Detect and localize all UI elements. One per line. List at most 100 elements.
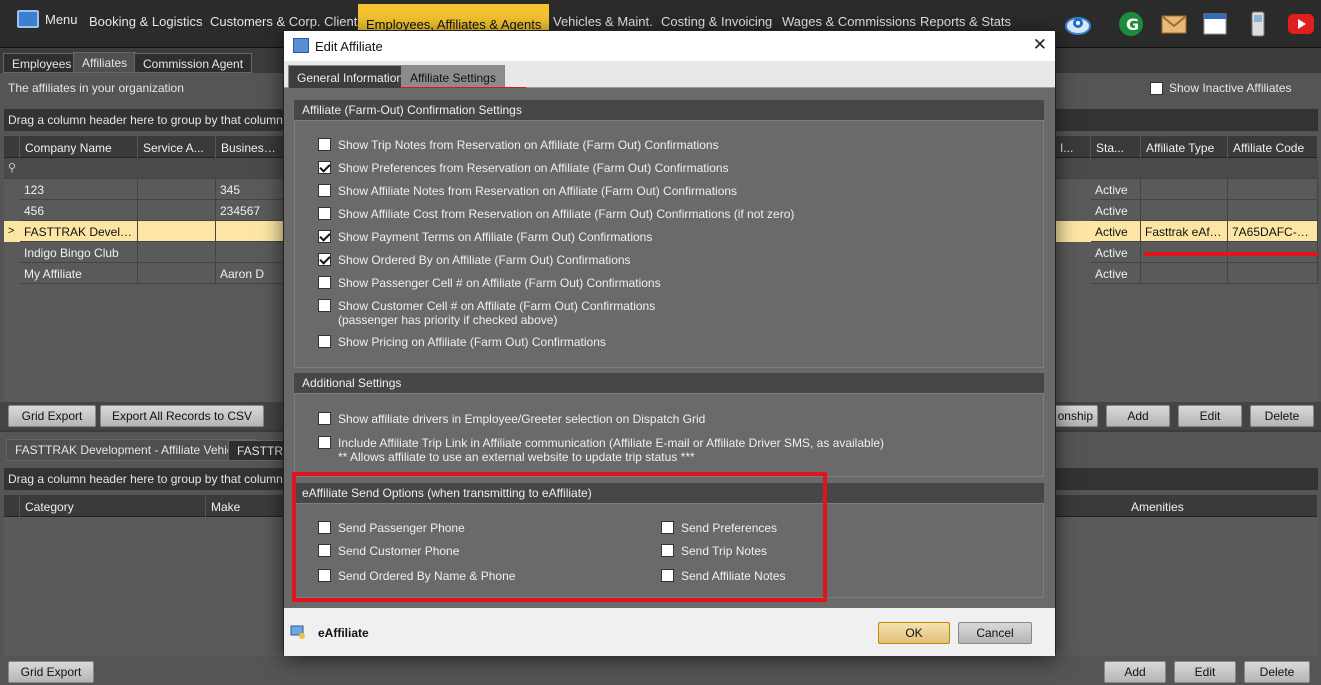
nav-customers[interactable]: Customers & Corp. Clients [210, 14, 364, 29]
cell-type: Fasttrak eAffil... [1141, 221, 1228, 242]
opt-show-payment-terms[interactable]: Show Payment Terms on Affiliate (Farm Ou… [318, 230, 652, 244]
tab-employees[interactable]: Employees [3, 53, 81, 73]
checkbox[interactable] [318, 335, 331, 348]
col-category[interactable]: Category [20, 495, 206, 517]
col-service-area[interactable]: Service A... [138, 136, 216, 158]
opt-label: Show Ordered By on Affiliate (Farm Out) … [338, 253, 631, 267]
cancel-button[interactable]: Cancel [958, 622, 1032, 644]
youtube-icon[interactable] [1287, 10, 1315, 38]
edit-button[interactable]: Edit [1178, 405, 1242, 427]
delete-button[interactable]: Delete [1250, 405, 1314, 427]
vehicles-add-button[interactable]: Add [1104, 661, 1166, 683]
nav-vehicles[interactable]: Vehicles & Maint. [553, 14, 653, 29]
tab-affiliates[interactable]: Affiliates [73, 52, 137, 73]
opt-label: Show Affiliate Cost from Reservation on … [338, 207, 795, 221]
cell-owner [216, 242, 286, 263]
cell-status: Active [1091, 179, 1141, 200]
cell-company: My Affiliate [20, 263, 138, 284]
opt-sublabel: (passenger has priority if checked above… [338, 313, 558, 327]
checkbox-checked[interactable] [318, 230, 331, 243]
opt-show-ordered-by[interactable]: Show Ordered By on Affiliate (Farm Out) … [318, 253, 631, 267]
opt-show-customer-cell[interactable]: Show Customer Cell # on Affiliate (Farm … [318, 299, 655, 327]
opt-label: Show Trip Notes from Reservation on Affi… [338, 138, 719, 152]
menu-button[interactable]: Menu [17, 10, 78, 28]
nav-wages[interactable]: Wages & Commissions [782, 14, 916, 29]
cell-status: Active [1091, 200, 1141, 221]
col-business-owner[interactable]: Business Ow... [216, 136, 286, 158]
checkbox[interactable] [318, 299, 331, 312]
col-make[interactable]: Make [206, 495, 286, 517]
cell-service [138, 200, 216, 221]
checkbox[interactable] [318, 184, 331, 197]
checkbox[interactable] [318, 138, 331, 151]
col-company-name[interactable]: Company Name [20, 136, 138, 158]
cell-type [1141, 263, 1228, 284]
cell-service [138, 242, 216, 263]
eaffiliate-brand: eAffiliate [318, 626, 369, 640]
cell-owner: Aaron D [216, 263, 286, 284]
checkbox[interactable] [318, 276, 331, 289]
opt-label: Show affiliate drivers in Employee/Greet… [338, 412, 706, 426]
col-i[interactable]: I... [1055, 136, 1091, 158]
opt-label: Show Payment Terms on Affiliate (Farm Ou… [338, 230, 653, 244]
vehicles-delete-button[interactable]: Delete [1244, 661, 1310, 683]
nav-costing[interactable]: Costing & Invoicing [661, 14, 772, 29]
close-icon[interactable]: ✕ [1033, 35, 1047, 55]
cell-service [138, 263, 216, 284]
col-status[interactable]: Sta... [1091, 136, 1141, 158]
dialog-footer: eAffiliate OK Cancel [284, 608, 1055, 656]
opt-show-pricing[interactable]: Show Pricing on Affiliate (Farm Out) Con… [318, 335, 606, 349]
additional-settings-box [294, 393, 1044, 477]
row-pointer-icon: > [8, 225, 15, 237]
g-logo-icon[interactable]: G [1117, 10, 1145, 38]
tab-commission-agent[interactable]: Commission Agent [134, 53, 253, 73]
menu-label: Menu [45, 11, 78, 27]
cell-code [1228, 263, 1318, 284]
checkbox[interactable] [318, 436, 331, 449]
phone-icon[interactable] [1244, 10, 1272, 38]
col-affiliate-code[interactable]: Affiliate Code [1228, 136, 1318, 158]
nav-booking[interactable]: Booking & Logistics [89, 14, 202, 29]
opt-show-trip-notes[interactable]: Show Trip Notes from Reservation on Affi… [318, 138, 719, 152]
show-inactive-toggle[interactable]: Show Inactive Affiliates [1150, 81, 1292, 95]
tab-general-information[interactable]: General Information [288, 65, 413, 88]
cloud-location-icon[interactable] [1064, 10, 1092, 38]
edit-affiliate-dialog: Edit Affiliate ✕ General Information Aff… [283, 30, 1056, 656]
row-indicator-header [4, 495, 20, 517]
export-csv-button[interactable]: Export All Records to CSV [100, 405, 264, 427]
opt-show-affiliate-notes[interactable]: Show Affiliate Notes from Reservation on… [318, 184, 737, 198]
checkbox[interactable] [318, 412, 331, 425]
eaffiliate-icon [290, 625, 305, 639]
opt-include-trip-link[interactable]: Include Affiliate Trip Link in Affiliate… [318, 436, 884, 464]
tab-affiliate-settings[interactable]: Affiliate Settings [401, 65, 505, 88]
opt-show-passenger-cell[interactable]: Show Passenger Cell # on Affiliate (Farm… [318, 276, 661, 290]
cell-code: 7A65DAFC-77... [1228, 221, 1318, 242]
ok-button[interactable]: OK [878, 622, 950, 644]
opt-label: Show Pricing on Affiliate (Farm Out) Con… [338, 335, 606, 349]
col-affiliate-type[interactable]: Affiliate Type [1141, 136, 1228, 158]
show-inactive-checkbox[interactable] [1150, 81, 1163, 95]
mail-icon[interactable] [1160, 10, 1188, 38]
add-button[interactable]: Add [1106, 405, 1170, 427]
window-icon[interactable] [1201, 10, 1229, 38]
svg-text:G: G [1126, 15, 1139, 34]
cell-status: Active [1091, 263, 1141, 284]
col-amenities[interactable]: Amenities [1126, 495, 1318, 517]
affiliates-info: The affiliates in your organization [8, 81, 184, 95]
nav-reports[interactable]: Reports & Stats [920, 14, 1011, 29]
grid-export-button[interactable]: Grid Export [8, 405, 96, 427]
opt-show-affiliate-drivers[interactable]: Show affiliate drivers in Employee/Greet… [318, 412, 705, 426]
vehicles-edit-button[interactable]: Edit [1174, 661, 1236, 683]
vehicles-grid-export-button[interactable]: Grid Export [8, 661, 94, 683]
highlight-underline [1144, 252, 1318, 256]
checkbox-checked[interactable] [318, 253, 331, 266]
checkbox-checked[interactable] [318, 161, 331, 174]
tab-affiliate-vehicles[interactable]: FASTTRAK Development - Affiliate Vehicle… [6, 439, 258, 461]
filter-icon: ⚲ [8, 162, 17, 174]
show-inactive-label: Show Inactive Affiliates [1169, 81, 1292, 95]
cell-company: 456 [20, 200, 138, 221]
checkbox[interactable] [318, 207, 331, 220]
opt-show-affiliate-cost[interactable]: Show Affiliate Cost from Reservation on … [318, 207, 794, 221]
opt-show-preferences[interactable]: Show Preferences from Reservation on Aff… [318, 161, 729, 175]
computer-icon [17, 10, 39, 28]
